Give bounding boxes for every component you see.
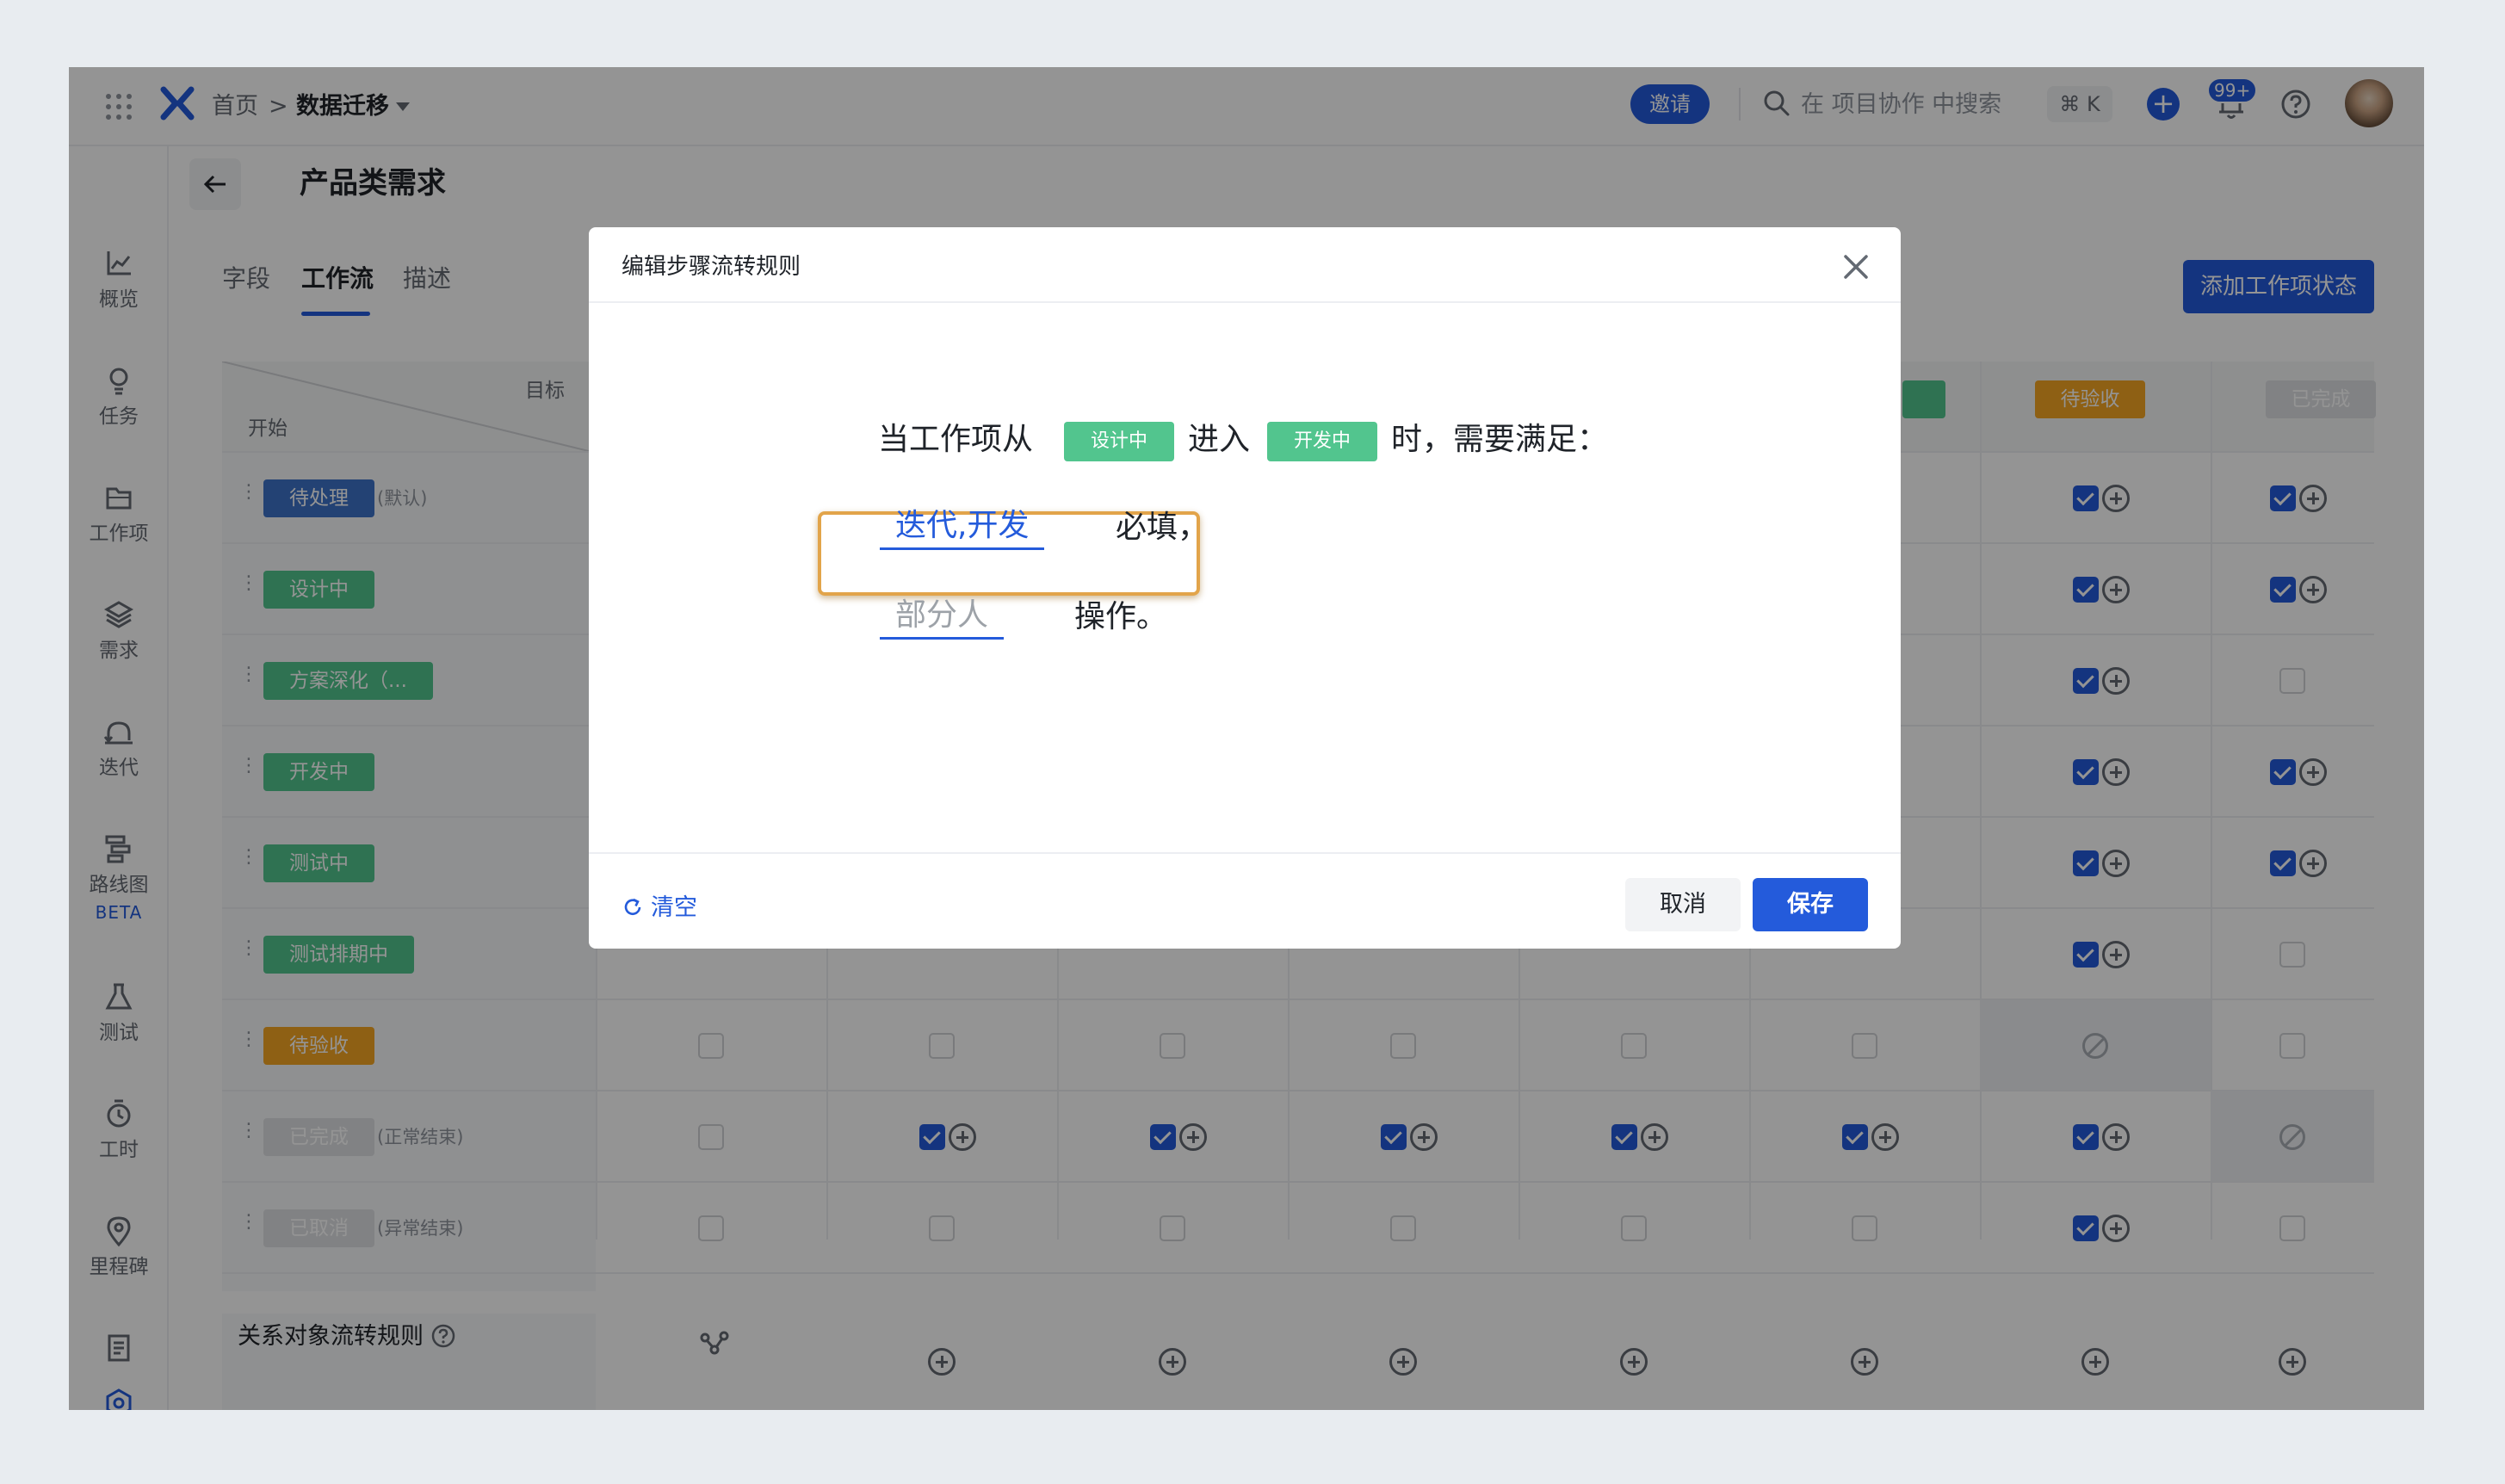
refresh-icon <box>624 898 641 915</box>
rule-sentence-suffix: 时，需要满足： <box>1391 422 1609 457</box>
rule-sentence-prefix: 当工作项从 <box>878 422 1034 457</box>
required-fields-select[interactable]: 迭代,开发 <box>880 504 1045 550</box>
reset-button[interactable]: 清空 <box>622 887 697 930</box>
dialog-title: 编辑步骤流转规则 <box>622 254 801 280</box>
dialog-footer-divider <box>589 852 1901 854</box>
rule-sentence-enter: 进入 <box>1188 422 1251 457</box>
required-suffix: 必填， <box>1116 510 1209 545</box>
save-button[interactable]: 保存 <box>1753 878 1868 931</box>
operators-suffix: 操作。 <box>1074 599 1168 634</box>
close-icon[interactable] <box>1837 248 1875 286</box>
dialog-header-divider <box>589 301 1901 303</box>
operators-select[interactable]: 部分人 <box>880 594 1005 640</box>
cancel-button[interactable]: 取消 <box>1625 878 1741 931</box>
to-state-chip: 开发中 <box>1267 422 1377 461</box>
app-window: 首页 > 数据迁移 邀请 在 项目协作 中搜索 ⌘ K + 99+ 概览 任务 … <box>69 67 2424 1410</box>
reset-label: 清空 <box>651 894 697 921</box>
from-state-chip: 设计中 <box>1064 422 1174 461</box>
edit-transition-rule-dialog: 编辑步骤流转规则 当工作项从 设计中 进入 开发中 时，需要满足： 迭代,开发 … <box>589 227 1901 949</box>
